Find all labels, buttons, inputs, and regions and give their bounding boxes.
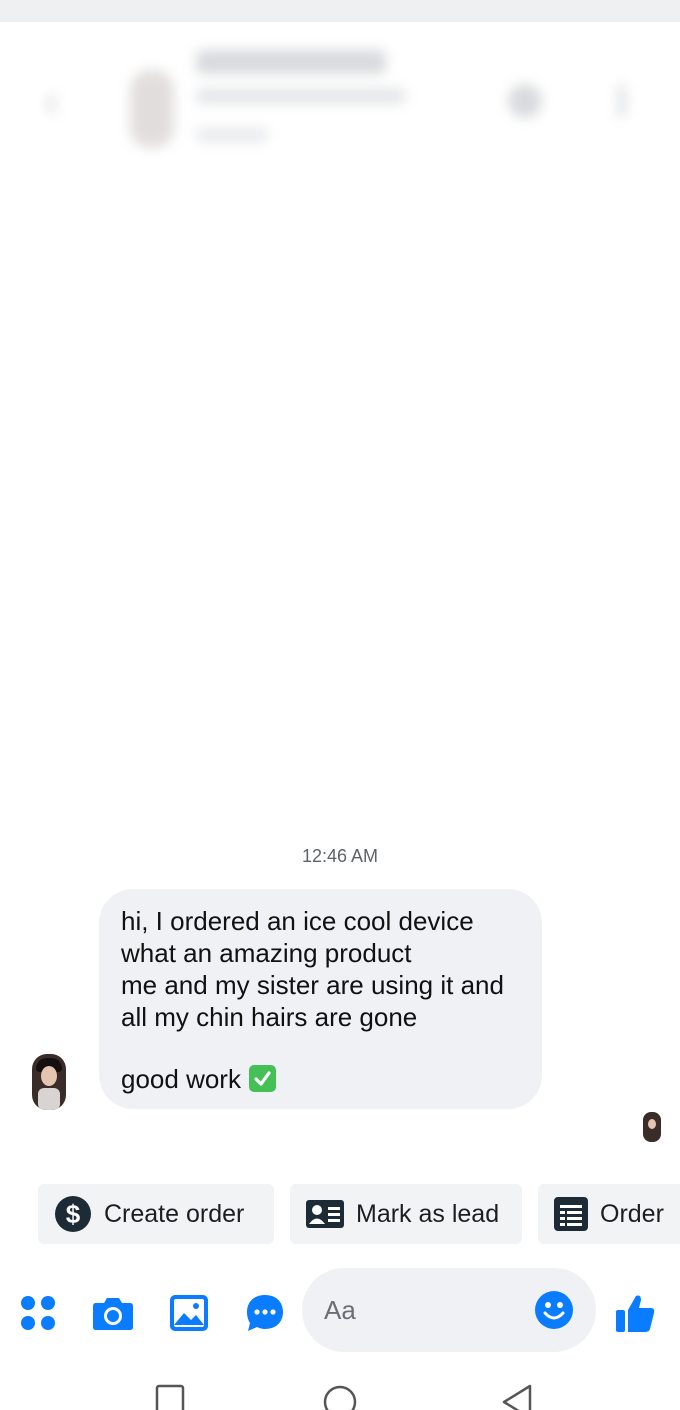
chat-bubble-icon[interactable] [245,1293,285,1333]
mark-as-lead-button[interactable]: Mark as lead [290,1184,522,1244]
message-input[interactable] [324,1290,524,1330]
more-vertical-icon[interactable] [618,84,626,118]
message-line: hi, I ordered an ice cool device [121,906,474,936]
create-order-label: Create order [104,1199,245,1228]
conversation-header [0,22,680,172]
order-label: Order [600,1199,664,1228]
contact-status-blurred [196,128,268,142]
phone-icon[interactable] [508,84,542,118]
message-line: me and my sister are using it and [121,970,504,1000]
image-icon[interactable] [170,1295,208,1331]
message-timestamp: 12:46 AM [301,846,379,866]
seen-receipt-avatar [643,1112,661,1142]
contact-subtitle-blurred [196,88,406,104]
home-icon[interactable] [322,1384,358,1410]
emoji-icon[interactable] [534,1290,574,1330]
list-sheet-icon [554,1197,588,1231]
chevron-left-icon[interactable] [40,92,64,116]
system-navigation-bar [0,1370,680,1410]
quick-actions-bar: $ Create order Mark as lead Order [0,1184,680,1246]
contact-avatar[interactable] [130,70,174,148]
order-button[interactable]: Order [538,1184,680,1244]
message-line: what an amazing product [121,938,412,968]
check-mark-button-icon [248,1065,276,1092]
svg-text:$: $ [66,1199,81,1229]
contact-card-icon [306,1200,344,1228]
sender-avatar[interactable] [32,1054,66,1110]
mark-as-lead-label: Mark as lead [356,1199,500,1228]
apps-grid-icon[interactable] [20,1295,56,1331]
status-bar [0,0,680,22]
thumbs-up-icon[interactable] [614,1292,656,1334]
message-line: all my chin hairs are gone [121,1002,418,1032]
back-triangle-icon[interactable] [500,1384,534,1410]
dollar-circle-icon: $ [55,1196,91,1232]
camera-icon[interactable] [92,1295,134,1331]
incoming-message-bubble[interactable]: hi, I ordered an ice cool device what an… [99,889,542,1109]
recent-apps-icon[interactable] [155,1384,185,1410]
message-closing-text: good work [121,1064,241,1094]
message-input-container [302,1268,596,1352]
contact-name-blurred [196,50,386,74]
message-composer [0,1268,680,1354]
create-order-button[interactable]: $ Create order [38,1184,274,1244]
message-closing-line: good work [121,1063,520,1095]
